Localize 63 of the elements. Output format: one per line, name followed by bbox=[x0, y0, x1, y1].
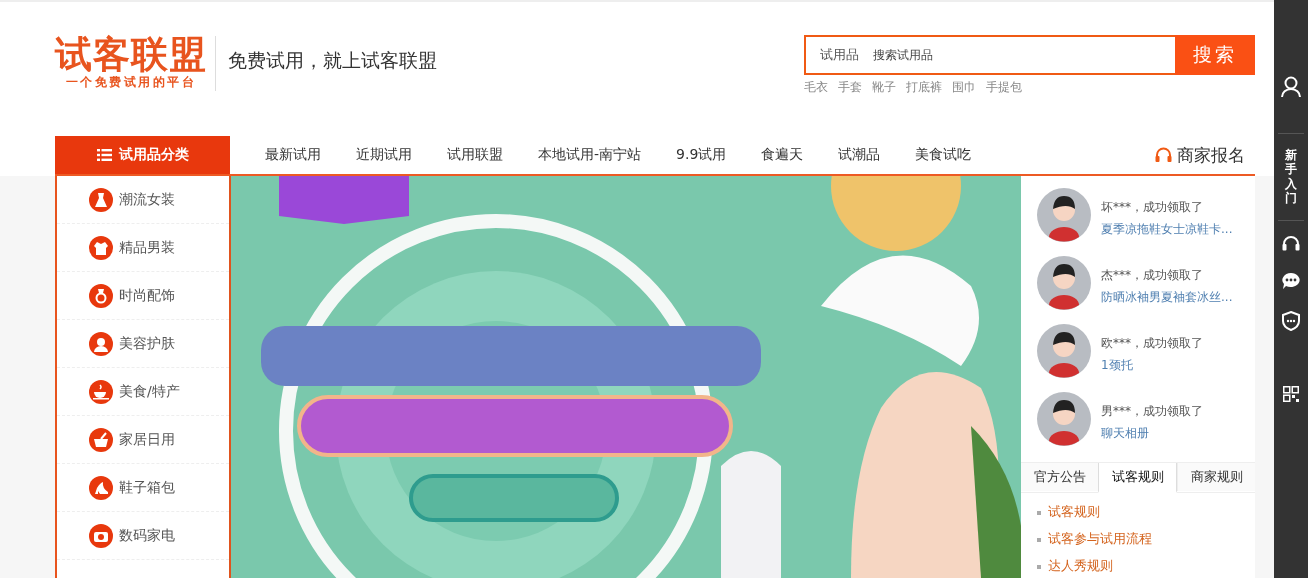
person-icon bbox=[89, 331, 113, 356]
category-item[interactable]: 美容护肤 bbox=[57, 320, 229, 368]
nav-link[interactable]: 试潮品 bbox=[838, 146, 881, 164]
avatar bbox=[1037, 188, 1091, 242]
winner-text: 欧***，成功领取了 bbox=[1101, 335, 1203, 352]
cup-icon bbox=[89, 379, 113, 404]
nav-link[interactable]: 美食试吃 bbox=[915, 146, 972, 164]
merchant-signup-link[interactable]: 商家报名 bbox=[1155, 136, 1255, 174]
tab[interactable]: 商家规则 bbox=[1177, 463, 1255, 491]
nav-link[interactable]: 试用联盟 bbox=[447, 146, 503, 164]
avatar bbox=[1037, 256, 1091, 310]
pot-icon bbox=[89, 427, 113, 452]
rule-link[interactable]: 试客规则 bbox=[1048, 504, 1100, 521]
nav-link[interactable]: 本地试用-南宁站 bbox=[538, 146, 642, 164]
nav-link[interactable]: 近期试用 bbox=[356, 146, 412, 164]
category-item[interactable]: 美食/特产 bbox=[57, 368, 229, 416]
product-link[interactable]: 防晒冰袖男夏袖套冰丝... bbox=[1101, 286, 1233, 308]
nav-link[interactable]: 最新试用 bbox=[265, 146, 321, 164]
category-item[interactable]: 鞋子箱包 bbox=[57, 464, 229, 512]
logo-title[interactable]: 试客联盟 bbox=[55, 35, 207, 74]
shield-icon[interactable] bbox=[1282, 310, 1300, 331]
qr-code-icon[interactable] bbox=[1283, 385, 1299, 402]
search-field[interactable]: 试用品 搜索试用品 bbox=[804, 34, 1175, 75]
avatar bbox=[1037, 392, 1091, 446]
category-item[interactable]: 数码家电 bbox=[57, 512, 229, 560]
search-input[interactable]: 搜索试用品 bbox=[871, 46, 1175, 63]
logo-subtitle: 一个免费试用的平台 bbox=[65, 73, 197, 91]
product-link[interactable]: 1颈托 bbox=[1101, 354, 1133, 376]
chat-icon[interactable] bbox=[1281, 271, 1301, 290]
hot-search-link[interactable]: 打底裤 bbox=[906, 78, 942, 96]
nav-link[interactable]: 9.9试用 bbox=[676, 146, 727, 164]
rule-link[interactable]: 达人秀规则 bbox=[1048, 558, 1113, 575]
hot-search-link[interactable]: 毛衣 bbox=[804, 78, 828, 96]
tab[interactable]: 官方公告 bbox=[1021, 463, 1098, 491]
category-item[interactable]: 潮流女装 bbox=[57, 176, 229, 224]
nav-link[interactable]: 食遍天 bbox=[761, 146, 804, 164]
newbie-guide-link[interactable]: 新手入门 bbox=[1285, 148, 1297, 206]
user-icon[interactable] bbox=[1281, 76, 1301, 98]
hot-search-link[interactable]: 手套 bbox=[838, 78, 862, 96]
headset-icon[interactable] bbox=[1282, 234, 1300, 251]
category-menu-label: 试用品分类 bbox=[118, 146, 189, 164]
winner-text: 坏***，成功领取了 bbox=[1101, 199, 1204, 216]
category-item[interactable]: 精品男装 bbox=[57, 224, 229, 272]
slogan: 免费试用，就上试客联盟 bbox=[228, 48, 437, 73]
headset-icon bbox=[1155, 147, 1172, 163]
tab[interactable]: 试客规则 bbox=[1098, 463, 1177, 493]
hot-search-link[interactable]: 围巾 bbox=[952, 78, 976, 96]
ring-icon bbox=[89, 283, 113, 308]
rule-link[interactable]: 试客参与试用流程 bbox=[1048, 531, 1152, 548]
search-scope[interactable]: 试用品 bbox=[806, 45, 871, 64]
category-item[interactable]: 家居日用 bbox=[57, 416, 229, 464]
category-item[interactable]: 时尚配饰 bbox=[57, 272, 229, 320]
hot-search-link[interactable]: 手提包 bbox=[986, 78, 1022, 96]
category-menu-header[interactable]: 试用品分类 bbox=[55, 136, 230, 174]
shirt-icon bbox=[89, 235, 113, 260]
winner-text: 男***，成功领取了 bbox=[1101, 403, 1203, 420]
avatar bbox=[1037, 324, 1091, 378]
hot-search-link[interactable]: 靴子 bbox=[872, 78, 896, 96]
product-link[interactable]: 夏季凉拖鞋女士凉鞋卡... bbox=[1101, 218, 1233, 240]
product-link[interactable]: 聊天相册 bbox=[1101, 422, 1149, 444]
list-icon bbox=[96, 149, 112, 161]
winner-text: 杰***，成功领取了 bbox=[1101, 267, 1204, 284]
camera-icon bbox=[89, 523, 113, 548]
